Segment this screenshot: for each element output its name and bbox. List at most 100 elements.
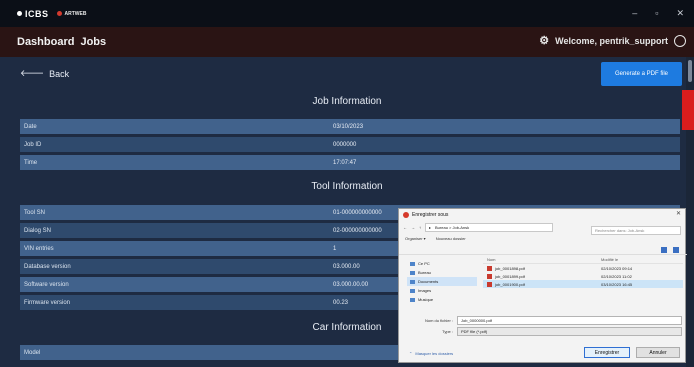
- table-row: Job ID 0000000: [20, 137, 680, 152]
- filename-input[interactable]: Job_0000000.pdf: [457, 316, 682, 325]
- forward-arrow-icon[interactable]: →: [411, 225, 415, 230]
- breadcrumb-dashboard[interactable]: Dashboard: [17, 36, 74, 48]
- filetype-field: Type : PDF file (*.pdf): [413, 327, 682, 336]
- logo-mark-icon: [17, 11, 22, 16]
- hide-folders-toggle[interactable]: ⌃ Masquer les dossiers: [409, 351, 453, 356]
- filename-label: Nom du fichier :: [424, 318, 453, 323]
- row-key: Software version: [24, 281, 69, 288]
- row-key: Dialog SN: [24, 227, 52, 234]
- file-row[interactable]: job_0001898.pdf 02/10/2023 09:14: [483, 264, 683, 272]
- nav-item-images[interactable]: Images: [407, 286, 477, 295]
- partner-dot-icon: [56, 11, 62, 16]
- column-date[interactable]: Modifié le: [601, 257, 618, 263]
- file-name: job_0001900.pdf: [495, 281, 525, 287]
- welcome-text: Welcome, pentrik_support: [555, 35, 668, 46]
- nav-label: Ce PC: [418, 261, 430, 266]
- partner-logo: ARTWEB: [56, 10, 87, 17]
- row-key: Model: [24, 349, 41, 356]
- images-icon: [410, 288, 415, 293]
- nav-label: Musique: [418, 297, 434, 302]
- file-row[interactable]: job_0001900.pdf 03/10/2023 16:45: [483, 280, 683, 288]
- path-field[interactable]: ▸ Bureau > Job-Ansk: [425, 222, 553, 232]
- maximize-button[interactable]: ▫: [655, 8, 658, 19]
- row-value: 17:07:47: [333, 159, 357, 166]
- dialog-body: Ce PC Bureau Documents Images Musique No…: [399, 254, 687, 314]
- row-value: 1: [333, 245, 337, 252]
- row-key: VIN entries: [24, 245, 54, 252]
- pc-icon: [410, 261, 415, 266]
- documents-icon: [410, 279, 415, 284]
- pdf-file-icon: [487, 273, 492, 279]
- path-text: Bureau > Job-Ansk: [435, 224, 470, 230]
- row-value: 00.23: [333, 299, 349, 306]
- cancel-button[interactable]: Annuler: [636, 347, 680, 358]
- filetype-select[interactable]: PDF file (*.pdf): [457, 327, 682, 336]
- window-controls: – ▫ ✕: [632, 8, 684, 19]
- nav-item-documents[interactable]: Documents: [407, 277, 477, 286]
- section-title-job: Job Information: [312, 96, 382, 107]
- row-key: Date: [24, 123, 37, 130]
- nav-label: Bureau: [418, 270, 431, 275]
- back-arrow-icon[interactable]: ←: [403, 225, 407, 230]
- save-dialog: Enregistrer sous ✕ ← → ↑ ▸ Bureau > Job-A…: [398, 208, 687, 363]
- row-value: 03.000.00.00: [333, 281, 369, 288]
- account-icon[interactable]: [674, 34, 686, 47]
- up-arrow-icon[interactable]: ↑: [419, 225, 421, 230]
- column-name[interactable]: Nom: [483, 257, 601, 263]
- row-key: Time: [24, 159, 38, 166]
- logo-text: ICBS: [25, 8, 49, 19]
- pdf-app-icon: [403, 211, 409, 218]
- dialog-title-bar: Enregistrer sous: [399, 209, 685, 220]
- nav-item-desktop[interactable]: Bureau: [407, 268, 477, 277]
- row-key: Job ID: [24, 141, 42, 148]
- row-value: 03.000.00: [333, 263, 360, 270]
- breadcrumb: Dashboard Jobs: [17, 36, 106, 48]
- dialog-nav-pane: Ce PC Bureau Documents Images Musique: [407, 259, 477, 304]
- row-value: 02-000000000000: [333, 227, 382, 234]
- dialog-toolbar: Organiser ▾ Nouveau dossier: [399, 234, 685, 253]
- nav-item-music[interactable]: Musique: [407, 295, 477, 304]
- generate-pdf-button[interactable]: Generate a PDF file: [601, 62, 682, 86]
- filename-field: Nom du fichier : Job_0000000.pdf: [413, 316, 682, 325]
- user-area: ⚙ Welcome, pentrik_support: [539, 34, 686, 47]
- chevron-up-icon: ⌃: [409, 351, 413, 356]
- help-icon[interactable]: [673, 247, 679, 253]
- nav-bar: Dashboard Jobs ⚙ Welcome, pentrik_suppor…: [0, 27, 694, 57]
- file-row[interactable]: job_0001899.pdf 02/10/2023 11:02: [483, 272, 683, 280]
- desktop-icon: [410, 270, 415, 275]
- file-name: job_0001899.pdf: [495, 273, 525, 279]
- folder-icon: ▸: [429, 224, 432, 230]
- row-value: 01-000000000000: [333, 209, 382, 216]
- organize-menu[interactable]: Organiser ▾: [405, 236, 426, 241]
- filetype-label: Type :: [442, 329, 453, 334]
- dialog-title: Enregistrer sous: [412, 211, 449, 218]
- table-row: Time 17:07:47: [20, 155, 680, 170]
- scrollbar-thumb[interactable]: [688, 60, 692, 82]
- file-name: job_0001898.pdf: [495, 265, 525, 271]
- view-icon[interactable]: [661, 247, 667, 253]
- view-buttons: [661, 247, 679, 253]
- pdf-file-icon: [487, 281, 492, 287]
- file-list-header: Nom Modifié le: [483, 257, 683, 264]
- nav-item-this-pc[interactable]: Ce PC: [407, 259, 477, 268]
- row-value: 03/10/2023: [333, 123, 364, 130]
- dialog-close-icon[interactable]: ✕: [676, 210, 681, 217]
- back-label: Back: [49, 68, 70, 79]
- save-button[interactable]: Enregistrer: [584, 347, 630, 358]
- section-title-tool: Tool Information: [311, 181, 383, 192]
- nav-label: Documents: [418, 279, 439, 284]
- gear-icon[interactable]: ⚙: [539, 34, 549, 47]
- row-value: 0000000: [333, 141, 357, 148]
- pdf-file-icon: [487, 265, 492, 271]
- new-folder-button[interactable]: Nouveau dossier: [436, 236, 466, 241]
- app-logo: ICBS: [17, 9, 49, 19]
- back-button[interactable]: 🡐 Back: [20, 68, 69, 79]
- breadcrumb-jobs[interactable]: Jobs: [80, 36, 106, 48]
- minimize-button[interactable]: –: [632, 8, 637, 19]
- row-key: Tool SN: [24, 209, 46, 216]
- close-button[interactable]: ✕: [676, 8, 684, 19]
- partner-text: ARTWEB: [64, 10, 87, 17]
- file-date: 03/10/2023 16:45: [601, 281, 633, 287]
- dialog-search-input[interactable]: Rechercher dans: Job-Ansk: [591, 226, 681, 235]
- hide-folders-label: Masquer les dossiers: [415, 351, 454, 356]
